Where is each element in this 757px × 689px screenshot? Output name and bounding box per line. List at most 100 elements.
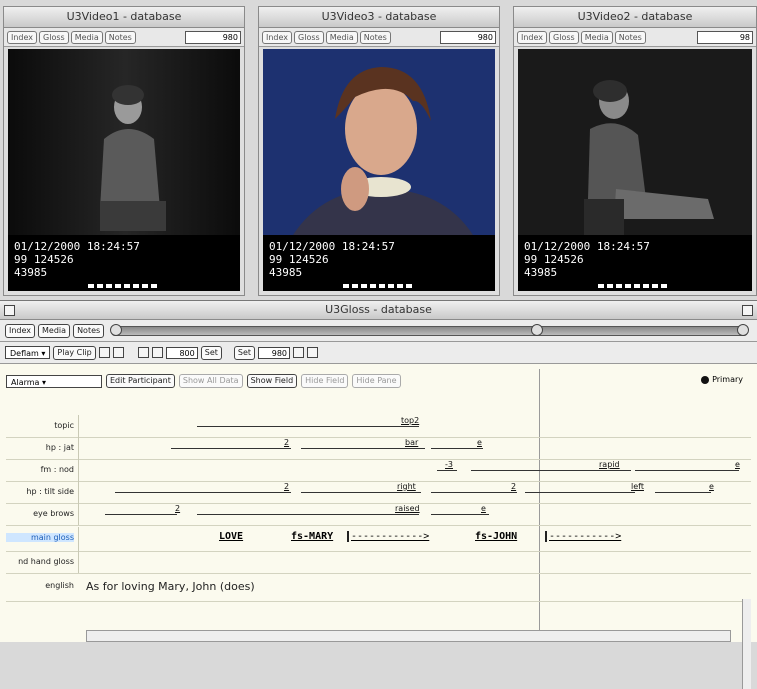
gloss-button[interactable]: Gloss (294, 30, 324, 44)
segment-line (635, 470, 739, 471)
start-back-icon[interactable] (137, 347, 149, 358)
frame-field[interactable]: 980 (440, 30, 496, 44)
segment-line (431, 514, 489, 515)
clip-mode-value: Deflam (10, 349, 39, 358)
window-title: U3Video3 - database (259, 7, 499, 28)
timecode-display: 01/12/2000 18:24:57 99 124526 43985 (518, 235, 752, 291)
tier-cell[interactable]: 2 bar e (78, 437, 751, 459)
segment-label: top2 (401, 416, 420, 425)
timecode-date: 01/12/2000 18:24:57 (524, 240, 650, 253)
segment-line (431, 448, 483, 449)
gloss-window: U3Gloss - database Index Media Notes Def… (0, 300, 757, 689)
segment-line (525, 492, 635, 493)
timecode-frame: 99 124526 (524, 253, 584, 266)
segment-line (197, 426, 419, 427)
signer-figure-image (8, 49, 240, 235)
clip-mode-select[interactable]: Deflam ▾ (5, 346, 51, 359)
timecode-bars (88, 284, 158, 288)
start-forward-icon[interactable] (151, 347, 163, 358)
tier-area: Alarma ▾ Edit Participant Show All Data … (6, 369, 751, 689)
timecode-date: 01/12/2000 18:24:57 (14, 240, 140, 253)
signer-profile-image (518, 49, 752, 235)
segment-line (471, 470, 631, 471)
tier-row-english: english As for loving Mary, John (does) (6, 575, 751, 602)
timecode-count: 43985 (269, 266, 303, 279)
video-toolbar: Index Gloss Media Notes 980 (4, 28, 244, 47)
video-frame[interactable] (263, 49, 495, 235)
segment-line (437, 470, 457, 471)
step-forward-icon[interactable] (112, 347, 124, 358)
segment-label: rapid (599, 460, 620, 469)
close-box-icon[interactable] (4, 305, 15, 316)
set-end-button[interactable]: Set (233, 345, 256, 360)
tier-label: topic (54, 421, 74, 430)
tier-cell[interactable]: 2 right 2 left e (78, 481, 751, 503)
segment-label: e (477, 438, 482, 447)
step-back-icon[interactable] (98, 347, 110, 358)
gloss-button[interactable]: Gloss (39, 30, 69, 44)
start-frame-field[interactable]: 800 (165, 346, 198, 359)
segment-label: 2 (511, 482, 517, 491)
show-field-button[interactable]: Show Field (246, 374, 298, 388)
slider-playhead-thumb[interactable] (531, 323, 544, 336)
gloss-hold-arrow: -----------> (545, 531, 621, 542)
segment-line (115, 492, 291, 493)
end-back-icon[interactable] (293, 347, 305, 358)
segment-label: 2 (175, 504, 181, 513)
tier-cell[interactable]: top2 (78, 415, 751, 437)
gloss-button[interactable]: Gloss (549, 30, 579, 44)
tier-label: main gloss (6, 533, 74, 542)
gloss-window-titlebar: U3Gloss - database (0, 301, 757, 320)
horizontal-scrollbar[interactable] (86, 630, 731, 642)
end-forward-icon[interactable] (307, 347, 319, 358)
index-button[interactable]: Index (5, 323, 36, 338)
window-title: U3Video2 - database (514, 7, 756, 28)
play-clip-button[interactable]: Play Clip (53, 345, 96, 360)
notes-button[interactable]: Notes (614, 30, 646, 44)
slider-end-thumb[interactable] (737, 323, 749, 336)
tier-cell[interactable]: 2 raised e (78, 503, 751, 525)
participant-select[interactable]: Alarma ▾ (6, 374, 102, 388)
segment-label: bar (405, 438, 419, 447)
segment-label: 2 (284, 482, 290, 491)
slider-start-thumb[interactable] (110, 323, 123, 336)
english-translation[interactable]: As for loving Mary, John (does) (86, 580, 255, 593)
video-window-1: U3Video1 - database Index Gloss Media No… (3, 6, 245, 296)
frame-field[interactable]: 980 (185, 30, 241, 44)
media-button[interactable]: Media (70, 30, 103, 44)
vertical-scrollbar[interactable] (742, 599, 751, 689)
edit-participant-button[interactable]: Edit Participant (106, 374, 175, 388)
notes-button[interactable]: Notes (359, 30, 391, 44)
primary-radio[interactable]: Primary (701, 375, 743, 384)
media-button[interactable]: Media (580, 30, 613, 44)
media-button[interactable]: Media (38, 323, 71, 338)
tier-cell[interactable]: -3 rapid e (78, 459, 751, 481)
gloss-word: fs-JOHN (475, 531, 518, 542)
gloss-hold-arrow: ------------> (347, 531, 429, 542)
video-frame[interactable] (8, 49, 240, 235)
media-toolbar: Index Media Notes (0, 320, 757, 342)
tier-label: fm : nod (40, 465, 74, 474)
timecode-count: 43985 (524, 266, 558, 279)
index-button[interactable]: Index (7, 30, 38, 44)
tier-cell[interactable]: LOVE fs-MARY ------------> fs-JOHN -----… (78, 527, 751, 551)
segment-label: right (397, 482, 416, 491)
video-frame[interactable] (518, 49, 752, 235)
index-button[interactable]: Index (262, 30, 293, 44)
media-button[interactable]: Media (325, 30, 358, 44)
zoom-box-icon[interactable] (742, 305, 753, 316)
notes-button[interactable]: Notes (73, 323, 105, 338)
tier-cell[interactable] (78, 551, 751, 573)
notes-button[interactable]: Notes (104, 30, 136, 44)
segment-line (431, 492, 517, 493)
frame-field[interactable]: 98 (697, 30, 753, 44)
set-start-button[interactable]: Set (200, 345, 222, 360)
video-toolbar: Index Gloss Media Notes 980 (259, 28, 499, 47)
tier-row-main-gloss: main gloss LOVE fs-MARY ------------> fs… (6, 527, 751, 552)
index-button[interactable]: Index (517, 30, 548, 44)
hide-pane-button[interactable]: Hide Pane (352, 374, 401, 388)
end-frame-field[interactable]: 980 (258, 346, 291, 359)
timeline-slider[interactable] (110, 323, 749, 336)
hide-field-button[interactable]: Hide Field (301, 374, 349, 388)
show-all-data-button[interactable]: Show All Data (178, 374, 243, 388)
